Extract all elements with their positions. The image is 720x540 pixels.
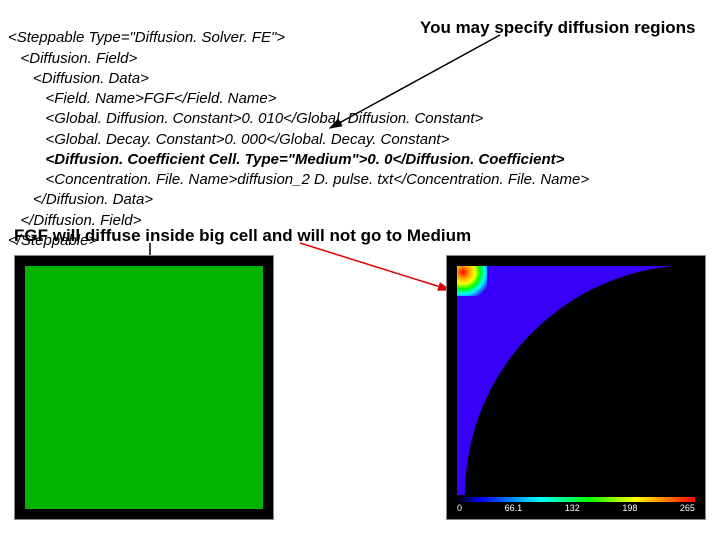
colorbar-tick: 132 (565, 503, 580, 513)
colorbar-ticks: 0 66.1 132 198 265 (457, 502, 695, 513)
colorbar-tick: 66.1 (505, 503, 523, 513)
code-line: <Concentration. File. Name>diffusion_2 D… (8, 171, 589, 188)
fgf-source (457, 266, 487, 296)
xml-code-block: <Steppable Type="Diffusion. Solver. FE">… (8, 8, 712, 251)
simulation-right: 0 66.1 132 198 265 (446, 255, 706, 520)
code-line: <Global. Decay. Constant>0. 000</Global.… (8, 131, 449, 148)
annotation-specify-regions: You may specify diffusion regions (420, 18, 696, 38)
colorbar: 0 66.1 132 198 265 (457, 497, 695, 513)
colorbar-tick: 0 (457, 503, 462, 513)
cell-region (25, 266, 263, 509)
code-line: <Steppable Type="Diffusion. Solver. FE"> (8, 29, 285, 46)
code-line: <Global. Diffusion. Constant>0. 010</Glo… (8, 110, 483, 127)
annotation-fgf-behavior: FGF will diffuse inside big cell and wil… (14, 226, 471, 246)
simulation-left (14, 255, 274, 520)
code-line: </Diffusion. Data> (8, 191, 153, 208)
colorbar-tick: 265 (680, 503, 695, 513)
simulation-area: 0 66.1 132 198 265 (8, 255, 712, 532)
code-line-bold: <Diffusion. Coefficient Cell. Type="Medi… (8, 151, 564, 168)
code-line: <Diffusion. Data> (8, 70, 149, 87)
concentration-field (457, 266, 695, 495)
code-line: <Diffusion. Field> (8, 50, 137, 67)
medium-region (465, 266, 695, 495)
colorbar-tick: 198 (622, 503, 637, 513)
code-line: <Field. Name>FGF</Field. Name> (8, 90, 276, 107)
